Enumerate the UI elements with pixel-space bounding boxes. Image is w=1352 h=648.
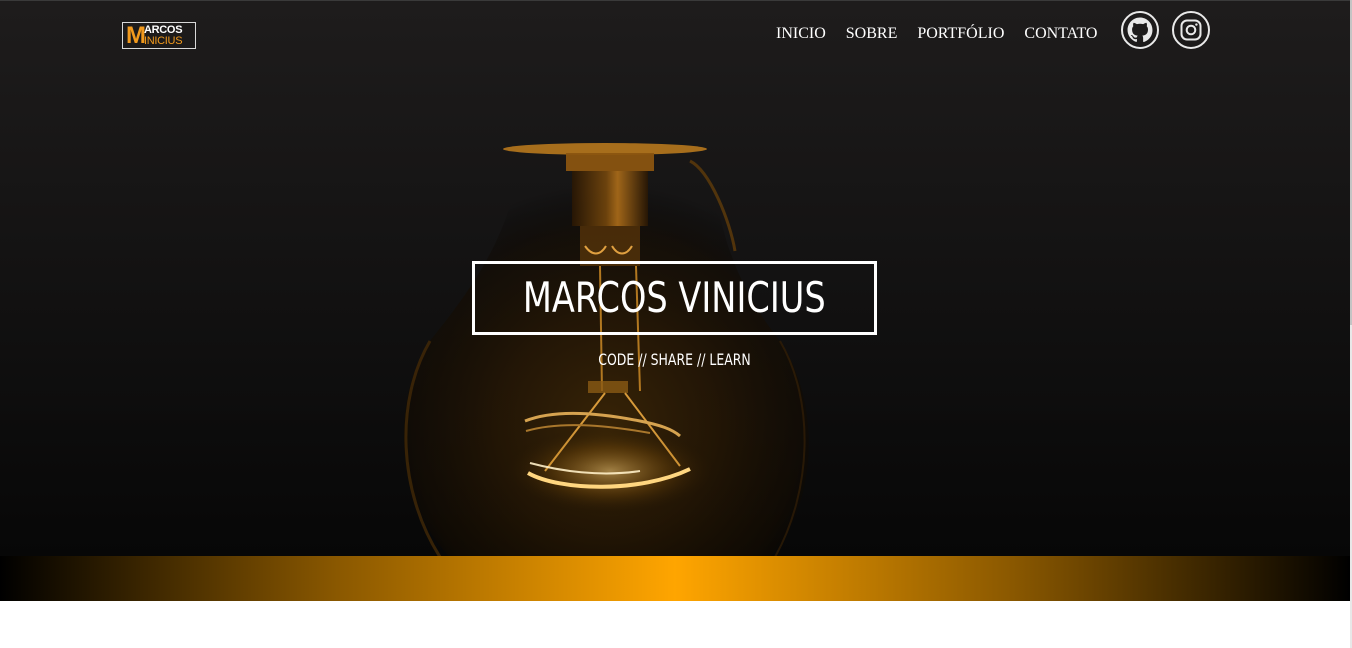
logo-initial: M	[126, 22, 146, 49]
accent-gradient-band	[0, 556, 1350, 601]
main-nav: INICIO SOBRE PORTFÓLIO CONTATO	[776, 25, 1097, 43]
site-header: M ARCOS INICIUS INICIO SOBRE PORTFÓLIO C…	[0, 1, 1350, 71]
hero-subtitle: CODE // SHARE // LEARN	[598, 350, 751, 369]
hero-title-box: MARCOS VINICIUS	[472, 261, 877, 335]
hero-title: MARCOS VINICIUS	[523, 273, 826, 322]
nav-link-inicio[interactable]: INICIO	[776, 25, 826, 43]
nav-link-portfolio[interactable]: PORTFÓLIO	[917, 25, 1004, 43]
github-icon	[1127, 17, 1153, 43]
logo-bottom-word: INICIUS	[144, 35, 183, 47]
hero-section: M ARCOS INICIUS INICIO SOBRE PORTFÓLIO C…	[0, 0, 1350, 556]
nav-link-contato[interactable]: CONTATO	[1024, 25, 1097, 43]
instagram-link[interactable]	[1172, 11, 1210, 49]
instagram-icon	[1180, 19, 1202, 41]
github-link[interactable]	[1121, 11, 1159, 49]
nav-link-sobre[interactable]: SOBRE	[846, 25, 898, 43]
page: M ARCOS INICIUS INICIO SOBRE PORTFÓLIO C…	[0, 0, 1352, 648]
site-logo[interactable]: M ARCOS INICIUS	[122, 22, 196, 49]
